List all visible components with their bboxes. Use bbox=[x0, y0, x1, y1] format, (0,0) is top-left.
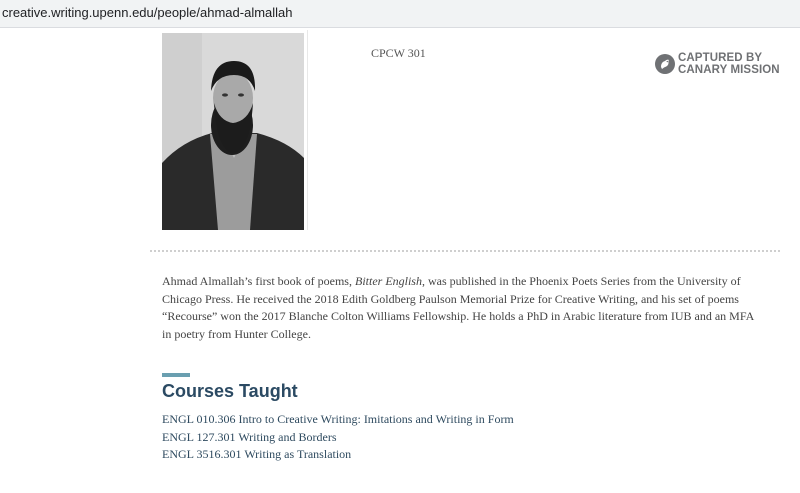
canary-bird-icon bbox=[655, 54, 675, 74]
bio-paragraph: Ahmad Almallah’s first book of poems, Bi… bbox=[162, 273, 762, 343]
heading-accent-bar bbox=[162, 373, 190, 377]
course-item[interactable]: ENGL 127.301 Writing and Borders bbox=[162, 429, 514, 447]
canary-mission-stamp: CAPTURED BY CANARY MISSION bbox=[655, 52, 780, 76]
course-item[interactable]: ENGL 3516.301 Writing as Translation bbox=[162, 446, 514, 464]
course-item[interactable]: ENGL 010.306 Intro to Creative Writing: … bbox=[162, 411, 514, 429]
course-code: CPCW 301 bbox=[371, 46, 426, 60]
courses-heading: Courses Taught bbox=[162, 381, 298, 401]
profile-photo bbox=[162, 33, 304, 230]
stamp-line-2: CANARY MISSION bbox=[678, 64, 780, 76]
dotted-divider bbox=[150, 250, 780, 252]
course-list: ENGL 010.306 Intro to Creative Writing: … bbox=[162, 411, 514, 464]
url-text[interactable]: creative.writing.upenn.edu/people/ahmad-… bbox=[2, 5, 293, 20]
portrait-image bbox=[162, 33, 304, 230]
address-bar[interactable]: creative.writing.upenn.edu/people/ahmad-… bbox=[0, 0, 800, 28]
stamp-line-1: CAPTURED BY bbox=[678, 52, 763, 64]
bio-text-start: Ahmad Almallah’s first book of poems, bbox=[162, 274, 355, 288]
photo-divider bbox=[307, 30, 308, 230]
book-title: Bitter English bbox=[354, 274, 422, 288]
